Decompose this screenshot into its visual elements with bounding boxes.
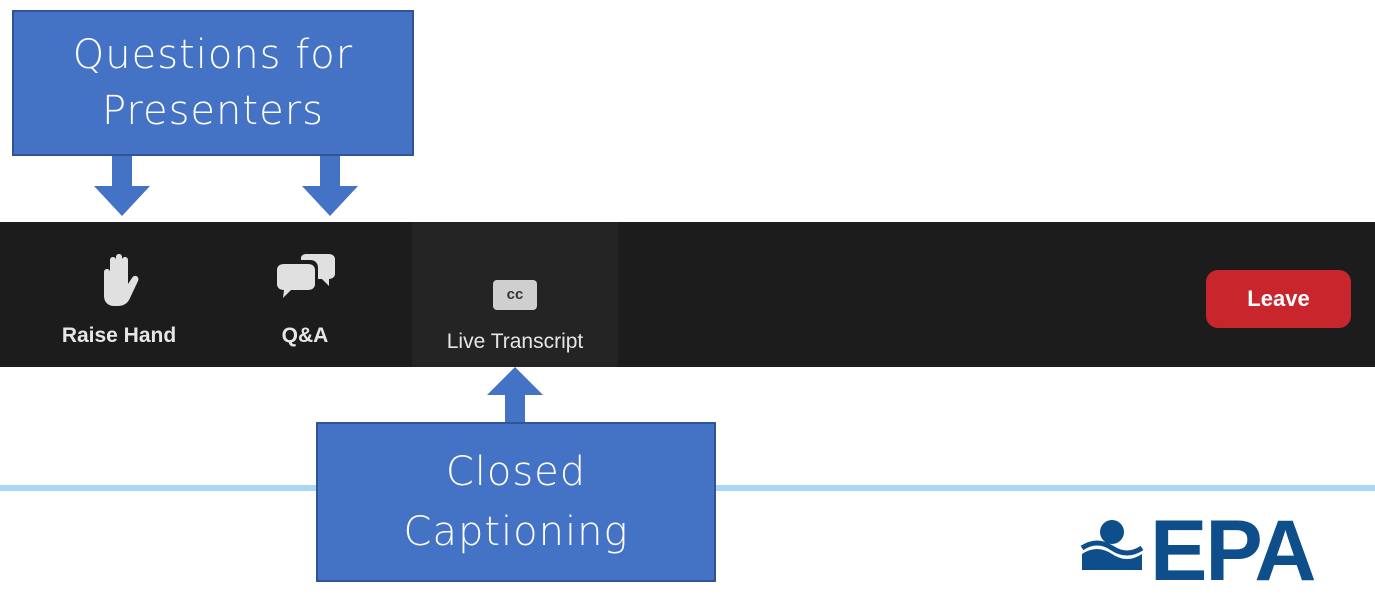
divider-line-right (716, 485, 1375, 491)
arrow-down-raise-hand (94, 156, 150, 216)
raise-hand-button[interactable]: Raise Hand (14, 222, 224, 367)
leave-button[interactable]: Leave (1206, 270, 1351, 328)
arrow-up-live-transcript (487, 367, 543, 425)
chat-bubbles-icon (277, 254, 335, 298)
epa-logo-icon (1080, 520, 1144, 570)
live-transcript-label: Live Transcript (446, 330, 584, 353)
callout-text-line1: Questions for (72, 32, 354, 78)
questions-callout: Questions for Presenters (12, 10, 414, 156)
callout-text-line1: Closed (445, 449, 587, 495)
qa-label: Q&A (281, 324, 329, 347)
meeting-toolbar: Raise Hand Q&A cc Live Transcript Leave (0, 222, 1375, 367)
epa-logo-text: EPA (1150, 503, 1316, 599)
hand-icon (104, 254, 139, 306)
qa-button[interactable]: Q&A (230, 222, 380, 367)
divider-line-left (0, 485, 318, 491)
raise-hand-label: Raise Hand (61, 324, 177, 347)
live-transcript-button[interactable]: cc Live Transcript (412, 222, 618, 367)
callout-text-line2: Captioning (403, 509, 629, 555)
closed-captions-icon: cc (493, 280, 537, 310)
closed-captioning-callout: Closed Captioning (316, 422, 716, 582)
arrow-down-qa (302, 156, 358, 216)
callout-text-line2: Presenters (102, 88, 324, 134)
